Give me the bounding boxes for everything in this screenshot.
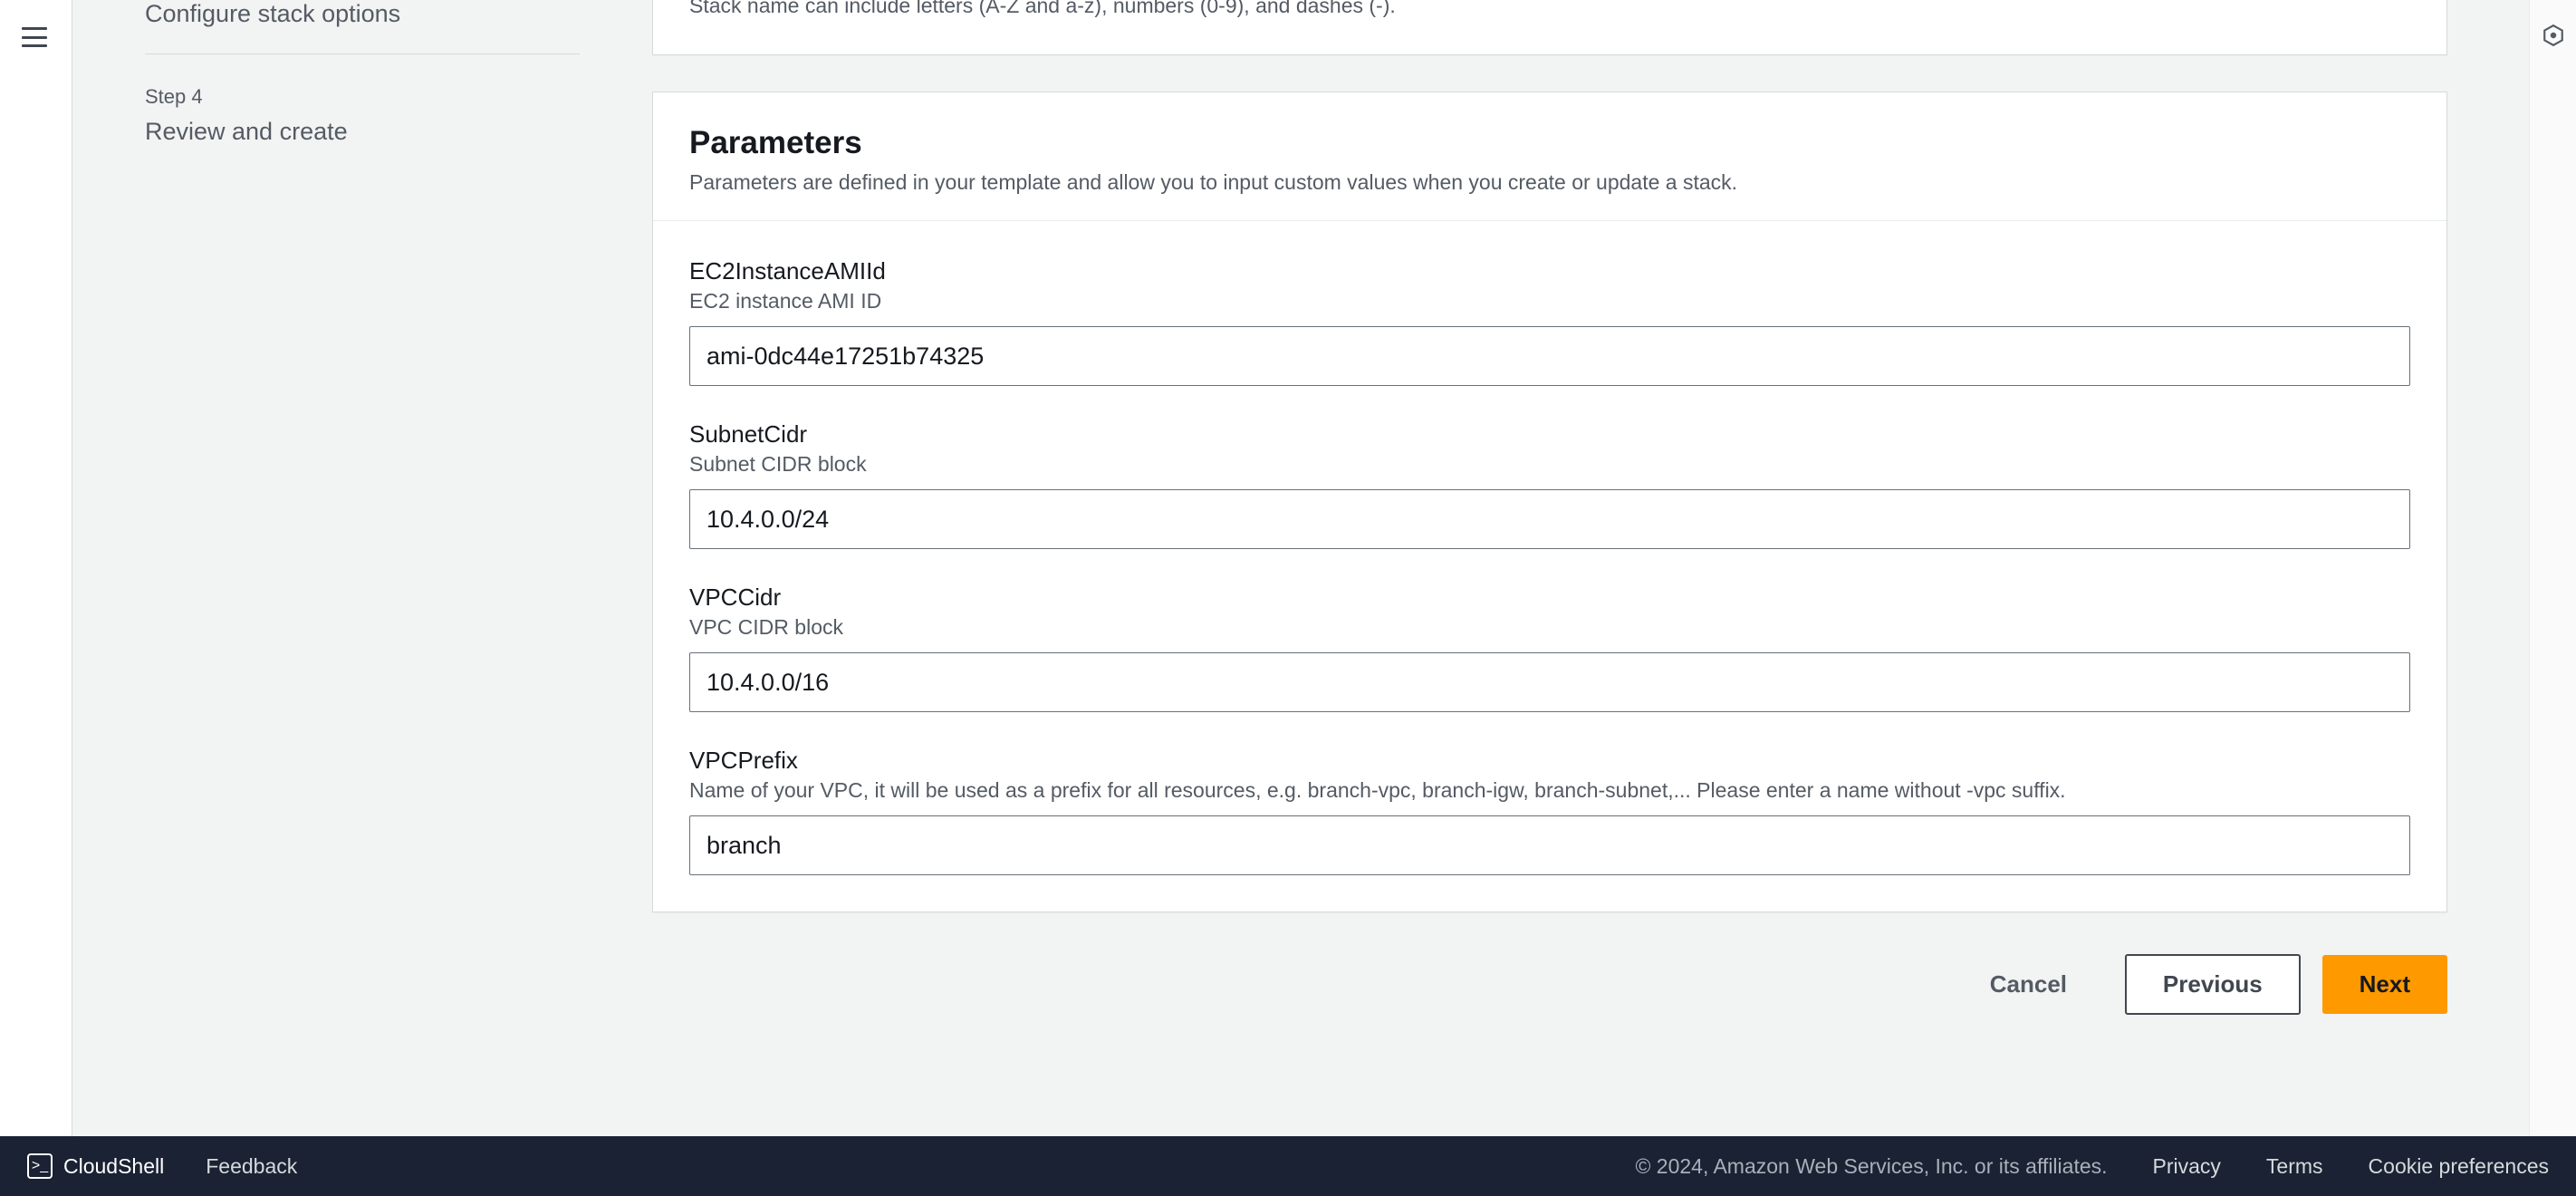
cloudshell-button[interactable]: >_ CloudShell xyxy=(27,1153,164,1179)
stack-name-card: Stack name can include letters (A-Z and … xyxy=(652,0,2447,55)
wizard-steps-sidebar: Configure stack options Step 4 Review an… xyxy=(72,0,652,146)
footer-bar: >_ CloudShell Feedback © 2024, Amazon We… xyxy=(0,1136,2576,1196)
left-rail xyxy=(0,0,72,1196)
main-content: Stack name can include letters (A-Z and … xyxy=(652,0,2447,1020)
hamburger-menu-icon[interactable] xyxy=(22,27,47,47)
param-label: VPCCidr xyxy=(689,584,2410,612)
right-rail xyxy=(2529,0,2576,1196)
param-input-ec2instanceamiid[interactable] xyxy=(689,326,2410,386)
previous-button[interactable]: Previous xyxy=(2125,954,2301,1015)
wizard-actions: Cancel Previous Next xyxy=(652,949,2447,1020)
hexagon-icon[interactable] xyxy=(2542,24,2565,47)
cancel-button[interactable]: Cancel xyxy=(1954,956,2103,1013)
cloudshell-label: CloudShell xyxy=(63,1154,164,1179)
param-desc: Subnet CIDR block xyxy=(689,452,2410,477)
param-vpccidr: VPCCidr VPC CIDR block xyxy=(689,584,2410,712)
param-desc: Name of your VPC, it will be used as a p… xyxy=(689,778,2410,803)
cookie-preferences-link[interactable]: Cookie preferences xyxy=(2369,1154,2549,1179)
parameters-card: Parameters Parameters are defined in you… xyxy=(652,92,2447,912)
sidebar-step-configure-options[interactable]: Configure stack options xyxy=(145,0,580,54)
param-input-vpccidr[interactable] xyxy=(689,652,2410,712)
param-input-vpcprefix[interactable] xyxy=(689,815,2410,875)
parameters-subtext: Parameters are defined in your template … xyxy=(689,170,2410,195)
feedback-link[interactable]: Feedback xyxy=(206,1154,297,1179)
privacy-link[interactable]: Privacy xyxy=(2153,1154,2221,1179)
param-desc: VPC CIDR block xyxy=(689,615,2410,640)
param-label: VPCPrefix xyxy=(689,747,2410,775)
next-button[interactable]: Next xyxy=(2322,955,2447,1014)
param-subnetcidr: SubnetCidr Subnet CIDR block xyxy=(689,420,2410,549)
param-label: EC2InstanceAMIId xyxy=(689,257,2410,285)
sidebar-step4-label: Step 4 xyxy=(145,85,580,109)
footer-copyright: © 2024, Amazon Web Services, Inc. or its… xyxy=(1635,1154,2107,1179)
param-vpcprefix: VPCPrefix Name of your VPC, it will be u… xyxy=(689,747,2410,875)
param-desc: EC2 instance AMI ID xyxy=(689,289,2410,313)
terms-link[interactable]: Terms xyxy=(2266,1154,2323,1179)
sidebar-step-review-create[interactable]: Review and create xyxy=(145,118,580,146)
stack-name-hint: Stack name can include letters (A-Z and … xyxy=(689,0,2410,18)
param-input-subnetcidr[interactable] xyxy=(689,489,2410,549)
param-ec2instanceamiid: EC2InstanceAMIId EC2 instance AMI ID xyxy=(689,257,2410,386)
param-label: SubnetCidr xyxy=(689,420,2410,448)
parameters-heading: Parameters xyxy=(689,125,2410,161)
cloudshell-icon: >_ xyxy=(27,1153,53,1179)
